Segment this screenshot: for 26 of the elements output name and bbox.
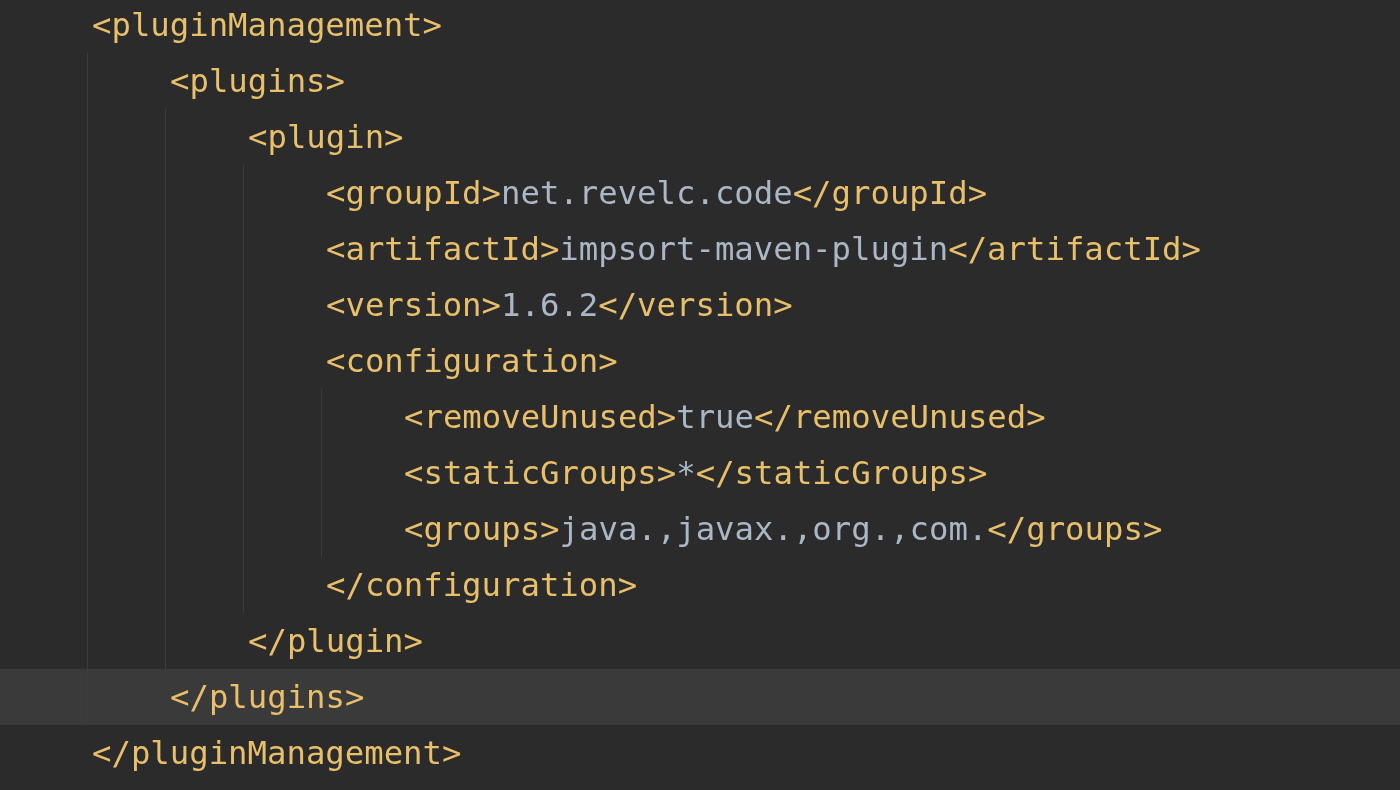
xml-tag: </version> (598, 286, 793, 324)
tag-value: java.,javax.,org.,com. (559, 510, 988, 548)
xml-tag: </configuration> (326, 566, 638, 604)
xml-tag: </groupId> (792, 174, 988, 212)
xml-tag: <artifactId> (326, 230, 560, 268)
xml-tag: <configuration> (326, 342, 618, 380)
xml-tag: </staticGroups> (695, 454, 988, 492)
xml-tag: </groups> (987, 510, 1163, 548)
tag-value: true (676, 398, 754, 436)
xml-tag: <pluginManagement> (92, 6, 442, 44)
tag-value: 1.6.2 (501, 286, 599, 324)
tag-value: net.revelc.code (501, 174, 793, 212)
xml-tag: </artifactId> (948, 230, 1201, 268)
xml-tag: <plugin> (248, 118, 404, 156)
xml-tag: <version> (326, 286, 501, 324)
tag-value: impsort-maven-plugin (559, 230, 949, 268)
xml-tag: <groupId> (326, 174, 501, 212)
xml-tag: </removeUnused> (754, 398, 1046, 436)
xml-tag: </pluginManagement> (92, 734, 462, 772)
xml-tag: </plugin> (248, 622, 423, 660)
xml-tag: <removeUnused> (404, 398, 677, 436)
tag-value: * (676, 454, 696, 492)
xml-tag: <groups> (404, 510, 560, 548)
xml-tag: <staticGroups> (404, 454, 677, 492)
xml-tag: <plugins> (170, 62, 345, 100)
xml-tag: </plugins> (170, 678, 365, 716)
